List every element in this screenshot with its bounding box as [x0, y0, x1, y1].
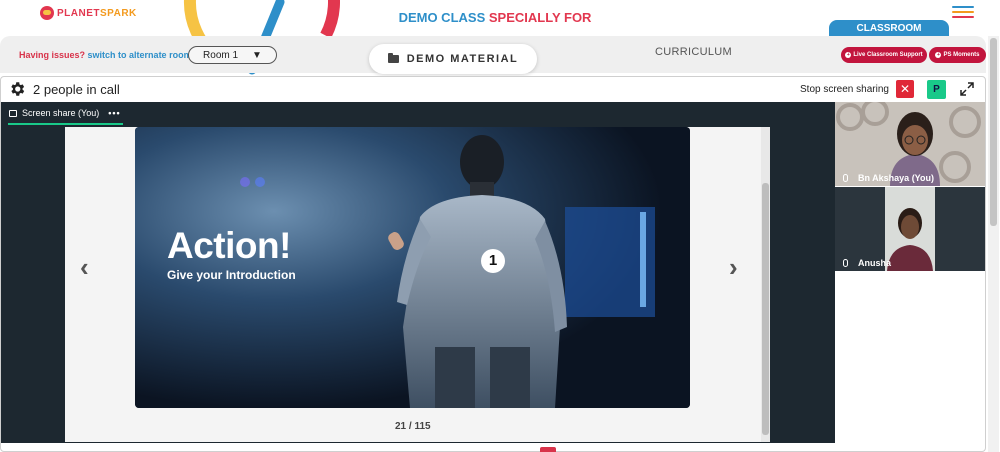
- folder-icon: [387, 53, 399, 63]
- hamburger-menu-icon[interactable]: [952, 6, 974, 20]
- expand-icon[interactable]: [960, 82, 974, 96]
- microphone-icon: [843, 259, 848, 267]
- gear-icon[interactable]: [8, 80, 26, 98]
- active-tab-indicator: [8, 123, 123, 125]
- issues-label: Having issues?: [19, 50, 86, 60]
- slide-number-badge: 1: [481, 249, 505, 273]
- stop-sharing-close-button[interactable]: ✕: [896, 80, 914, 98]
- stop-screen-sharing-label[interactable]: Stop screen sharing: [800, 84, 889, 95]
- participant-tile[interactable]: Anusha: [835, 187, 985, 271]
- screen-share-tab[interactable]: Screen share (You) •••: [9, 108, 121, 118]
- participant-name: Anusha: [858, 258, 892, 268]
- people-in-call-count: 2 people in call: [33, 82, 120, 97]
- room-select[interactable]: Room 1 ▼: [188, 46, 277, 64]
- live-support-button[interactable]: + Live Classroom Support: [841, 47, 927, 63]
- slide-subtitle: Give your Introduction: [167, 268, 296, 282]
- plus-circle-icon: +: [935, 52, 942, 58]
- live-support-label: Live Classroom Support: [853, 52, 923, 58]
- ps-moments-label: PS Moments: [943, 52, 980, 58]
- more-options-icon[interactable]: •••: [108, 108, 120, 118]
- scrollbar-thumb[interactable]: [762, 183, 769, 435]
- issues-notice: Having issues? switch to alternate room: [19, 50, 192, 60]
- participant-label: Anusha: [843, 258, 891, 268]
- classroom-page: PLANETSPARK DEMO CLASS SPECIALLY FOR CLA…: [0, 0, 1000, 452]
- bottom-handle[interactable]: [540, 447, 556, 452]
- next-slide-arrow-icon[interactable]: ›: [729, 254, 745, 280]
- participant-avatar-badge[interactable]: P: [927, 80, 946, 99]
- slide-page-counter: 21 / 115: [395, 421, 431, 432]
- page-scrollbar-thumb[interactable]: [990, 38, 997, 226]
- participant-name: Bn Akshaya (You): [858, 173, 935, 183]
- room-select-value: Room 1: [203, 49, 239, 61]
- caret-down-icon: ▼: [252, 49, 262, 61]
- slide-title: Action!: [167, 225, 291, 266]
- plus-circle-icon: +: [845, 52, 852, 58]
- curriculum-link[interactable]: CURRICULUM: [655, 46, 732, 58]
- monitor-icon: [9, 109, 17, 117]
- switch-room-link[interactable]: switch to alternate room: [88, 50, 192, 60]
- participant-label: Bn Akshaya (You): [843, 173, 934, 183]
- screen-share-tab-label: Screen share (You): [22, 108, 100, 118]
- demo-material-button[interactable]: DEMO MATERIAL: [369, 44, 537, 74]
- presentation-slide: Action! Give your Introduction 1: [135, 127, 690, 408]
- close-icon: ✕: [899, 82, 911, 96]
- page-scrollbar[interactable]: [988, 36, 999, 452]
- previous-slide-arrow-icon[interactable]: ‹: [80, 254, 96, 280]
- ps-moments-button[interactable]: + PS Moments: [929, 47, 986, 63]
- shared-screen-scrollbar[interactable]: [761, 127, 770, 442]
- microphone-icon: [843, 174, 848, 182]
- participant-tile-self[interactable]: Bn Akshaya (You): [835, 102, 985, 186]
- demo-material-label: DEMO MATERIAL: [406, 53, 519, 65]
